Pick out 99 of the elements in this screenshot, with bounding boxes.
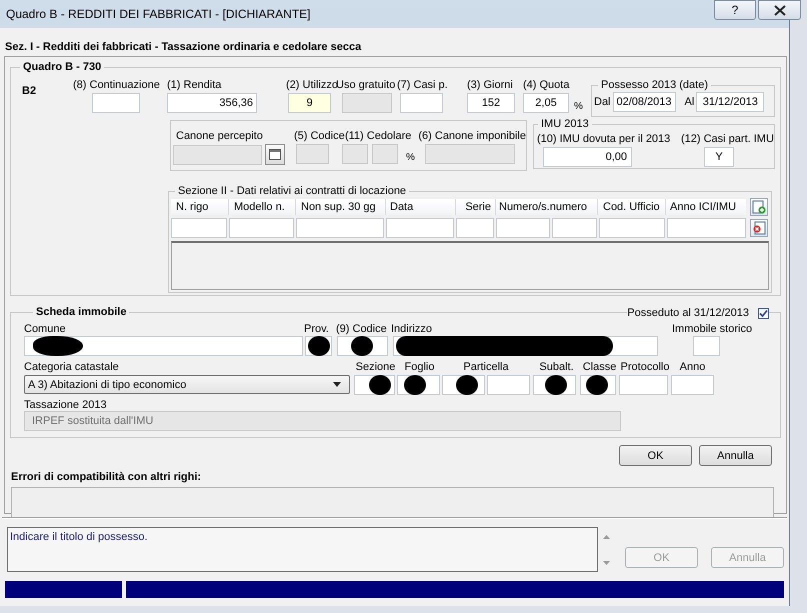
redacted-field[interactable] (305, 336, 332, 356)
field-label: Tassazione 2013 (24, 399, 108, 412)
field-label: (10) IMU dovuta per il 2013 (537, 132, 672, 147)
group-title: Possesso 2013 (date) (600, 78, 710, 92)
checkbox[interactable] (758, 308, 769, 318)
table-cell-input[interactable] (171, 218, 227, 238)
table-cell-input[interactable] (552, 218, 597, 238)
field-label: Uso gratuito (336, 78, 396, 93)
input-field[interactable]: 0,00 (543, 147, 632, 167)
input-field[interactable]: Y (704, 147, 734, 167)
dialog-button[interactable]: Annulla (699, 445, 772, 466)
dialog-button[interactable]: OK (619, 445, 692, 466)
column-header[interactable]: Anno ICI/IMU (666, 199, 746, 215)
input-field[interactable]: 152 (467, 93, 515, 113)
column-header[interactable]: N. rigo (171, 199, 229, 215)
input-field[interactable] (671, 375, 714, 395)
field-label: (12) Casi part. IMU (681, 132, 774, 147)
field-label: Canone percepito (176, 129, 264, 144)
picker-button[interactable] (265, 144, 285, 165)
scroll-up-icon[interactable] (603, 535, 610, 539)
redacted-field[interactable] (397, 375, 440, 395)
field-label: Comune (24, 322, 67, 336)
group-title: Sezione II - Dati relativi ai contratti di locazione (177, 184, 408, 198)
message-text: Indicare il titolo di possesso. (10, 531, 148, 543)
field-label: Subalt. (538, 360, 575, 375)
field-label: (8) Continuazione (73, 78, 161, 93)
section-title: Sez. I - Redditi dei fabbricati - Tassazione ordinaria e cedolare secca (4, 40, 362, 54)
field-label: Prov. (304, 322, 330, 336)
redacted-field[interactable] (533, 375, 576, 395)
table-cell-input[interactable] (599, 218, 665, 238)
unit-label: % (406, 152, 415, 162)
field-label: (9) Codice (336, 322, 388, 336)
input-field[interactable] (372, 144, 398, 164)
field-label: Immobile storico (672, 322, 752, 336)
field-label: (2) Utilizzo (286, 78, 336, 93)
add-document-icon (752, 200, 766, 214)
table-cell-input[interactable] (667, 218, 746, 238)
column-header[interactable]: Serie (456, 199, 496, 215)
group-title: Quadro B - 730 (22, 60, 102, 74)
checkbox-label: Posseduto al 31/12/2013 (627, 307, 749, 319)
group-title: IMU 2013 (540, 117, 590, 131)
date-field[interactable]: 02/08/2013 (612, 92, 676, 112)
redacted-field[interactable] (24, 336, 303, 356)
redacted-field[interactable] (354, 375, 395, 395)
unit-label: % (574, 100, 583, 112)
delete-row-button[interactable] (750, 219, 768, 237)
field-label: Particella (462, 360, 510, 375)
field-label: (6) Canone imponibile (418, 129, 526, 144)
input-field[interactable]: 356,36 (167, 93, 257, 113)
field-label: Protocollo (620, 360, 670, 375)
input-field[interactable]: 9 (288, 93, 331, 113)
table-cell-input[interactable] (496, 218, 550, 238)
field-label: (11) Cedolare (344, 129, 412, 144)
field-label: Sezione (354, 360, 396, 375)
scroll-down-icon[interactable] (603, 561, 610, 565)
redacted-field[interactable] (393, 336, 658, 356)
close-icon (774, 4, 786, 16)
field-label: (7) Casi p. (397, 78, 449, 93)
field-label: Anno (678, 360, 706, 375)
redacted-field[interactable] (442, 375, 485, 395)
window-icon (269, 149, 281, 160)
redacted-field[interactable] (337, 336, 388, 356)
input-field[interactable] (400, 93, 443, 113)
field-label: Classe (582, 360, 618, 375)
column-header[interactable]: Non sup. 30 gg (296, 199, 386, 215)
field-label: (1) Rendita (167, 78, 222, 93)
errors-label: Errori di compatibilità con altri righi: (11, 470, 202, 484)
column-header[interactable]: Data (386, 199, 456, 215)
input-field[interactable] (487, 375, 530, 395)
caret-icon (333, 382, 341, 387)
add-row-button[interactable] (750, 198, 768, 216)
field-label: Al (684, 96, 694, 108)
column-header[interactable]: Cod. Ufficio (598, 199, 666, 215)
table-cell-input[interactable] (386, 218, 454, 238)
input-field[interactable] (619, 375, 668, 395)
table-cell-input[interactable] (296, 218, 384, 238)
field-label: Dal (594, 96, 611, 108)
date-field[interactable]: 31/12/2013 (696, 92, 764, 112)
check-icon (759, 308, 768, 318)
row-label: B2 (21, 85, 38, 99)
field-label: Categoria catastale (24, 360, 120, 375)
table-cell-input[interactable] (456, 218, 494, 238)
delete-document-icon (752, 221, 766, 235)
field-label: Indirizzo (391, 322, 433, 336)
input-field[interactable]: 2,05 (523, 93, 569, 113)
field-label: Foglio (404, 360, 436, 375)
column-header[interactable]: Numero/s.numero (496, 199, 598, 215)
field-label: (3) Giorni (467, 78, 514, 93)
field-label: (4) Quota (523, 78, 570, 93)
window-title: Quadro B - REDDITI DEI FABBRICATI - [DICHIARANTE] (6, 7, 310, 21)
table-cell-input[interactable] (229, 218, 294, 238)
category-dropdown[interactable]: A 3) Abitazioni di tipo economico (24, 375, 350, 394)
input-field[interactable] (92, 93, 140, 113)
close-button[interactable] (758, 0, 801, 20)
column-header[interactable]: Modello n. (229, 199, 296, 215)
redacted-field[interactable] (580, 375, 616, 395)
help-button[interactable]: ? (714, 0, 756, 20)
input-field[interactable] (693, 336, 720, 356)
group-title: Scheda immobile (35, 305, 128, 319)
